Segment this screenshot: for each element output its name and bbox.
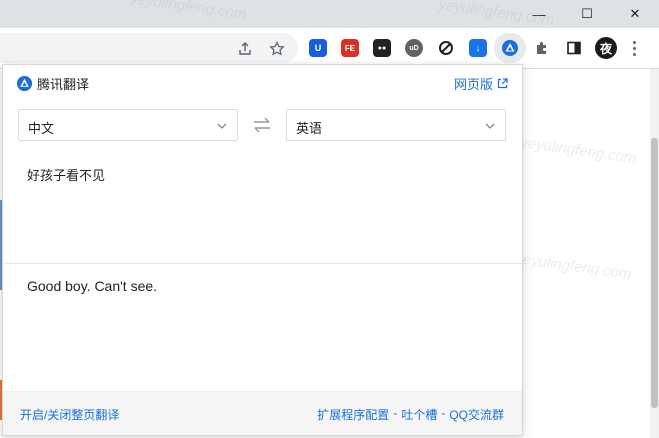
tabs-icon: ●● xyxy=(373,39,391,57)
kebab-dot-icon xyxy=(632,40,636,44)
ublock-icon: uD xyxy=(405,39,423,57)
address-bar[interactable] xyxy=(0,33,298,63)
web-version-link[interactable]: 网页版 xyxy=(454,74,508,93)
watermark: yeyulingfeng.com xyxy=(514,249,633,284)
external-link-icon xyxy=(497,78,508,89)
side-panel-button[interactable] xyxy=(558,33,590,63)
side-panel-icon xyxy=(567,41,581,55)
translate-popup: 腾讯翻译 网页版 中文 英语 好孩子看不见 Good boy. Can't se… xyxy=(2,64,523,436)
divider xyxy=(3,263,522,264)
share-icon[interactable] xyxy=(236,41,254,57)
block-icon xyxy=(439,41,453,55)
source-text-input[interactable]: 好孩子看不见 xyxy=(27,165,105,184)
browser-titlebar: — ☐ ✕ xyxy=(0,0,659,28)
chevron-down-icon xyxy=(485,123,495,129)
bitwarden-extension[interactable]: U xyxy=(302,33,334,63)
target-language-value: 英语 xyxy=(296,121,323,136)
tencent-translate-logo-icon xyxy=(16,75,33,92)
bookmark-star-icon[interactable] xyxy=(268,41,286,57)
target-language-select[interactable]: 英语 xyxy=(286,109,506,141)
ublock-extension[interactable]: uD xyxy=(398,33,430,63)
source-language-value: 中文 xyxy=(28,121,55,136)
kebab-dot-icon xyxy=(632,46,636,50)
tabs-extension[interactable]: ●● xyxy=(366,33,398,63)
puzzle-icon xyxy=(537,42,546,54)
extensions-menu-button[interactable] xyxy=(526,33,558,63)
swap-languages-icon[interactable] xyxy=(252,116,272,134)
window-controls: — ☐ ✕ xyxy=(515,0,659,28)
profile-button[interactable]: 夜 xyxy=(590,33,622,63)
extension-settings-link[interactable]: 扩展程序配置 xyxy=(317,406,389,423)
block-extension[interactable] xyxy=(430,33,462,63)
maximize-button[interactable]: ☐ xyxy=(563,0,611,28)
fe-helper-icon: FE xyxy=(341,39,359,57)
browser-toolbar: U FE ●● uD ↓ 夜 xyxy=(0,28,659,69)
toggle-page-translate-link[interactable]: 开启/关闭整页翻译 xyxy=(20,406,119,423)
translation-result: Good boy. Can't see. xyxy=(27,278,158,294)
web-version-label: 网页版 xyxy=(453,77,493,92)
source-language-select[interactable]: 中文 xyxy=(18,109,238,141)
feedback-link[interactable]: 吐个槽 xyxy=(401,406,437,423)
app-title: 腾讯翻译 xyxy=(37,77,90,92)
chevron-down-icon xyxy=(217,123,227,129)
bitwarden-icon: U xyxy=(309,39,327,57)
watermark: yeyulingfeng.com xyxy=(519,133,638,168)
footer-links: 扩展程序配置 - 吐个槽 - QQ交流群 xyxy=(317,406,504,423)
kebab-dot-icon xyxy=(632,52,636,56)
separator: - xyxy=(393,406,398,420)
popup-footer: 开启/关闭整页翻译 扩展程序配置 - 吐个槽 - QQ交流群 xyxy=(3,391,522,435)
avatar: 夜 xyxy=(595,37,617,59)
tencent-translate-extension[interactable] xyxy=(494,33,526,63)
qq-group-link[interactable]: QQ交流群 xyxy=(449,406,504,423)
download-extension[interactable]: ↓ xyxy=(462,33,494,63)
fe-helper-extension[interactable]: FE xyxy=(334,33,366,63)
tencent-translate-icon xyxy=(502,40,518,56)
close-window-button[interactable]: ✕ xyxy=(611,0,659,28)
minimize-button[interactable]: — xyxy=(515,0,563,28)
separator: - xyxy=(441,406,446,420)
browser-menu-button[interactable] xyxy=(622,33,646,63)
extensions-bar: U FE ●● uD ↓ 夜 xyxy=(302,33,646,63)
popup-header: 腾讯翻译 网页版 xyxy=(3,65,522,101)
page-scroll-thumb[interactable] xyxy=(651,138,658,408)
download-icon: ↓ xyxy=(469,39,487,57)
